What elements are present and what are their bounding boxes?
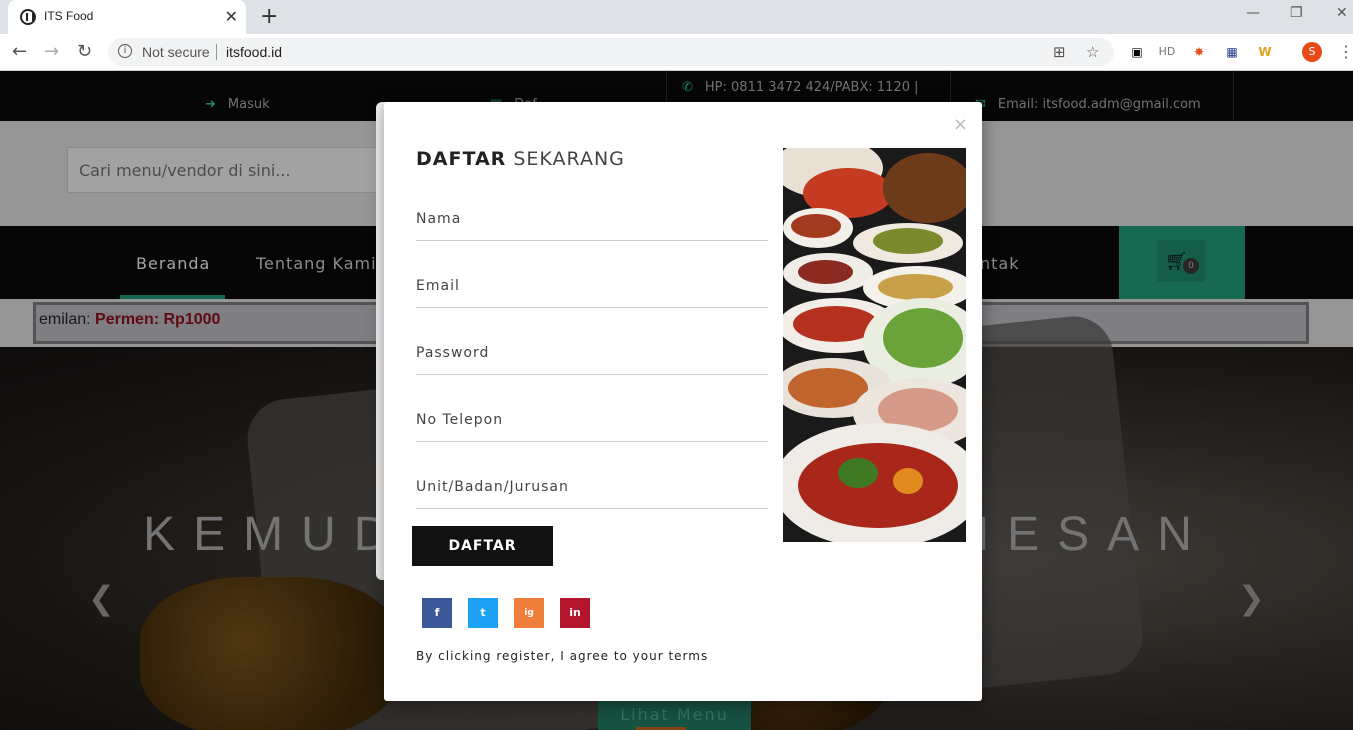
w-extension-icon[interactable]: W — [1256, 43, 1274, 61]
dish-shape — [798, 443, 958, 528]
linkedin-icon[interactable]: in — [560, 598, 590, 628]
info-icon[interactable]: i — [118, 44, 132, 58]
minimize-icon[interactable]: — — [1246, 5, 1260, 21]
browser-tabbar: ITS Food ✕ + — ❐ ✕ — [0, 0, 1353, 34]
url-text[interactable]: itsfood.id — [226, 44, 282, 60]
email-field[interactable]: Email — [416, 268, 768, 308]
browser-tab[interactable]: ITS Food ✕ — [8, 0, 246, 34]
reload-icon[interactable]: ↻ — [77, 41, 92, 62]
translate-icon[interactable]: ⊞ — [1053, 43, 1066, 61]
window-close-icon[interactable]: ✕ — [1336, 5, 1348, 21]
restore-icon[interactable]: ❐ — [1290, 5, 1303, 21]
dish-shape — [873, 228, 943, 254]
phone-field[interactable]: No Telepon — [416, 402, 768, 442]
modal-close-icon[interactable]: × — [953, 114, 968, 135]
dish-shape — [893, 468, 923, 494]
omnibox[interactable]: i Not secure itsfood.id ⊞ ☆ — [108, 38, 1114, 66]
clapperboard-extension-icon[interactable]: ▦ — [1223, 43, 1241, 61]
dish-shape — [883, 153, 966, 223]
modal-title-bold: DAFTAR — [416, 148, 507, 170]
food-collage-image — [783, 148, 966, 542]
register-modal: × DAFTAR SEKARANG Nama Email Password No… — [384, 102, 982, 701]
instagram-icon[interactable]: ig — [514, 598, 544, 628]
modal-title-rest: SEKARANG — [513, 148, 625, 170]
facebook-icon[interactable]: f — [422, 598, 452, 628]
twitter-icon[interactable]: t — [468, 598, 498, 628]
pinwheel-extension-icon[interactable]: ✸ — [1190, 43, 1208, 61]
restaurant-icon — [20, 9, 36, 25]
name-field[interactable]: Nama — [416, 201, 768, 241]
terms-text: By clicking register, I agree to your te… — [416, 649, 709, 663]
address-bar: ← → ↻ i Not secure itsfood.id ⊞ ☆ ▣ HD ✸… — [0, 34, 1353, 71]
dish-shape — [883, 308, 963, 368]
dish-shape — [791, 214, 841, 238]
bookmark-star-icon[interactable]: ☆ — [1086, 43, 1099, 61]
password-field[interactable]: Password — [416, 335, 768, 375]
forward-icon[interactable]: → — [44, 41, 59, 62]
omnibox-divider — [216, 44, 217, 60]
dish-shape — [798, 260, 853, 284]
dish-shape — [838, 458, 878, 488]
back-icon[interactable]: ← — [12, 41, 27, 62]
unit-field[interactable]: Unit/Badan/Jurusan — [416, 469, 768, 509]
register-submit-button[interactable]: DAFTAR — [412, 526, 553, 566]
browser-menu-icon[interactable]: ⋮ — [1338, 42, 1353, 61]
tab-close-icon[interactable]: ✕ — [225, 7, 238, 26]
security-label: Not secure — [142, 44, 210, 60]
screenshot-extension-icon[interactable]: ▣ — [1128, 43, 1146, 61]
modal-title: DAFTAR SEKARANG — [416, 148, 625, 170]
profile-avatar[interactable]: S — [1302, 42, 1322, 62]
tab-title: ITS Food — [44, 9, 94, 23]
page: ➜Masuk ▣Daf ✆HP: 0811 3472 424/PABX: 112… — [0, 71, 1353, 730]
hd-extension-icon[interactable]: HD — [1158, 43, 1176, 61]
dish-shape — [878, 274, 953, 300]
new-tab-button[interactable]: + — [260, 4, 278, 29]
